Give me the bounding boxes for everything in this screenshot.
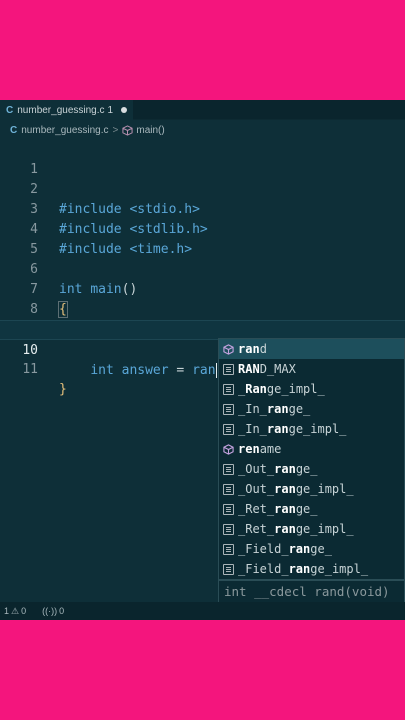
breadcrumb-function[interactable]: main() [136, 125, 164, 136]
tab-bar: C number_guessing.c 1 [0, 100, 405, 120]
suggestion-rest: ge_ [295, 462, 318, 476]
warning-count: 0 [21, 606, 27, 616]
autocomplete-list[interactable]: ran d RAN D_MAX _ Ran ge_impl_ _In_ ran ge_ _I… [218, 338, 405, 580]
variable-name: answer [121, 363, 169, 378]
warning-triangle-icon: ⚠ [11, 605, 20, 616]
list-icon [223, 563, 234, 575]
code-editor[interactable]: 1 2 #include <stdio.h> 3 #include <stdli… [0, 140, 405, 397]
list-icon [223, 543, 234, 555]
match-text: ran [274, 502, 296, 516]
tab-number-guessing[interactable]: C number_guessing.c 1 [0, 100, 133, 120]
suggestion-item[interactable]: ran d [219, 339, 404, 359]
unsaved-dot-icon[interactable] [121, 107, 128, 113]
suggestion-detail: int __cdecl rand(void) [218, 580, 405, 604]
suggestion-rest: d [259, 342, 267, 356]
match-text: ran [274, 462, 296, 476]
code-line: 9 [0, 300, 405, 337]
suggestion-rest: ge_impl_ [295, 522, 354, 536]
match-text: ran [238, 342, 260, 356]
ports-count: 0 [59, 606, 65, 616]
tab-problem-count: 1 [107, 104, 114, 116]
suggestion-rest: ge_ [288, 402, 311, 416]
list-icon [223, 523, 234, 535]
typed-text: ran [192, 363, 216, 378]
list-icon [223, 423, 234, 435]
text-cursor [215, 363, 217, 378]
type-keyword: int [90, 363, 114, 378]
match-text: ran [266, 422, 289, 436]
breadcrumb: C number_guessing.c > main() [0, 120, 405, 140]
close-brace: } [59, 382, 67, 397]
broadcast-icon: ((·)) [42, 606, 58, 616]
ports-indicator[interactable]: ((·)) 0 [42, 606, 66, 616]
suggestion-item[interactable]: _ Ran ge_impl_ [219, 379, 404, 399]
suggestion-item[interactable]: _In_ ran ge_ [219, 399, 404, 419]
match-text: RAN [238, 362, 260, 376]
list-icon [223, 503, 234, 515]
operator: = [176, 363, 185, 378]
list-icon [223, 383, 234, 395]
c-file-icon: C [6, 104, 14, 116]
suggestion-rest: ge_impl_ [310, 562, 369, 576]
error-count: 1 [4, 606, 10, 616]
editor-window: C number_guessing.c 1 C number_guessing.… [0, 100, 405, 620]
code-line: 2 #include <stdio.h> [0, 160, 405, 217]
list-icon [223, 363, 234, 375]
suggestion-item[interactable]: _Field_ ran ge_ [219, 539, 404, 559]
current-line: 10 int answer = ran [0, 320, 405, 378]
suggestion-item[interactable]: _Out_ ran ge_impl_ [219, 479, 404, 499]
breadcrumb-file[interactable]: number_guessing.c [21, 125, 108, 136]
list-icon [223, 463, 234, 475]
cube-icon [122, 124, 133, 136]
suggestion-rest: ge_impl_ [266, 382, 325, 396]
code-line: 6 int main() [0, 240, 405, 297]
suggestion-rest: ge_ [310, 542, 332, 556]
suggestion-item[interactable]: _Ret_ ran ge_impl_ [219, 519, 404, 539]
status-bar: 1 ⚠ 0 ((·)) 0 [0, 602, 405, 620]
code-line: 4 #include <time.h> [0, 200, 405, 257]
code-line: 5 [0, 220, 405, 257]
suggestion-item[interactable]: RAN D_MAX [219, 359, 404, 379]
match-text: ran [288, 562, 311, 576]
suggestion-item[interactable]: ren ame [219, 439, 404, 459]
code-line: 1 [0, 140, 405, 177]
line-number: 11 [22, 362, 38, 377]
suggestion-item[interactable]: _Field_ ran ge_impl_ [219, 559, 404, 579]
cube-icon [223, 443, 234, 455]
suggestion-item[interactable]: _Out_ ran ge_ [219, 459, 404, 479]
tab-label: number_guessing.c [17, 104, 105, 116]
suggestion-rest: D_MAX [259, 362, 296, 376]
chevron-right-icon: > [112, 124, 119, 136]
code-line: 3 #include <stdlib.h> [0, 180, 405, 237]
match-text: ran [274, 522, 296, 536]
suggestion-item[interactable]: _Ret_ ran ge_ [219, 499, 404, 519]
code-line: 7 { [0, 260, 405, 318]
c-file-icon: C [10, 124, 18, 136]
suggestion-rest: ge_impl_ [295, 482, 354, 496]
list-icon [223, 403, 234, 415]
match-text: Ran [245, 382, 267, 396]
cube-icon [223, 343, 234, 355]
code-line: 8 srand(time(0)); [0, 280, 405, 337]
suggestion-rest: ge_impl_ [288, 422, 347, 436]
suggestion-rest: ame [259, 442, 282, 456]
match-text: ran [266, 402, 289, 416]
suggestion-rest: ge_ [295, 502, 318, 516]
list-icon [223, 483, 234, 495]
problems-indicator[interactable]: 1 ⚠ 0 [4, 606, 28, 617]
suggestion-item[interactable]: _In_ ran ge_impl_ [219, 419, 404, 439]
match-text: ran [274, 482, 296, 496]
match-text: ran [288, 542, 311, 556]
match-text: ren [238, 442, 260, 456]
